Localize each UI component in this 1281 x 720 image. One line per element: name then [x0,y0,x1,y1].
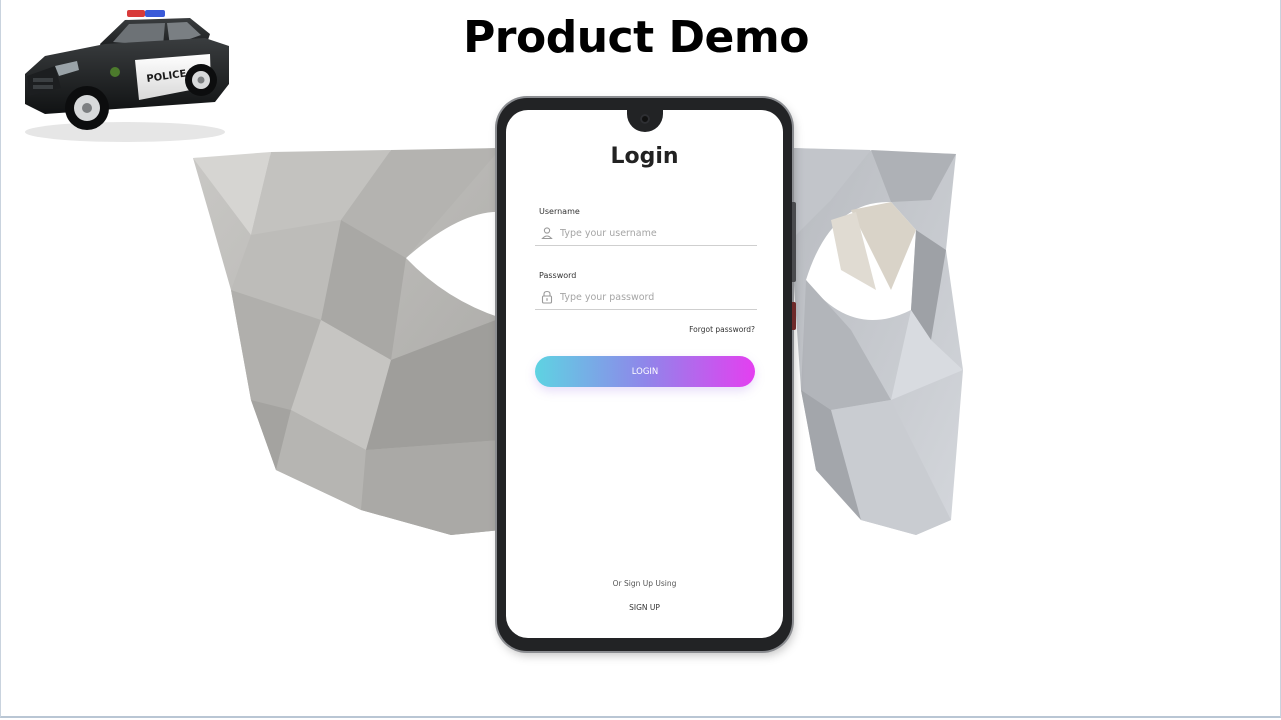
login-button[interactable]: LOGIN [535,356,755,387]
presentation-slide: POLICE Product Demo Login Username Type … [0,0,1281,718]
phone-notch [627,110,663,132]
password-field[interactable] [535,285,757,310]
phone-mockup: Login Username Password Forgot password? [497,98,796,651]
lock-icon [541,290,553,304]
front-camera-icon [640,114,650,124]
forgot-password-link[interactable]: Forgot password? [689,325,755,334]
slide-title: Product Demo [463,12,809,63]
user-icon [541,227,553,240]
username-field[interactable] [535,221,757,246]
username-input[interactable] [560,227,740,239]
login-screen: Login Username Password Forgot password? [506,110,783,638]
username-label: Username [539,207,580,216]
password-input[interactable] [560,291,740,303]
phone-power-button [792,302,796,330]
phone-volume-button [792,202,796,282]
password-label: Password [539,271,577,280]
signup-hint: Or Sign Up Using [612,579,677,588]
signup-link[interactable]: SIGN UP [506,603,783,612]
login-title: Login [610,144,679,169]
